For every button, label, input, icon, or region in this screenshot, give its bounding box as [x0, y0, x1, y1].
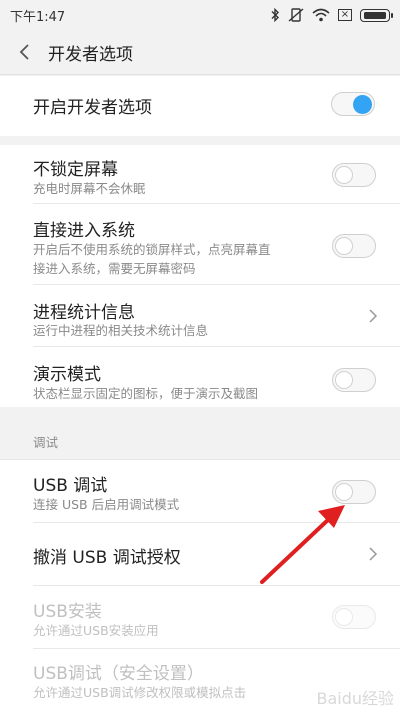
- section-label-debug: 调试: [33, 435, 59, 450]
- item-title: 撤消 USB 调试授权: [33, 548, 181, 568]
- bluetooth-icon: [271, 8, 279, 22]
- chevron-left-icon: [19, 44, 29, 60]
- list-item-direct-boot[interactable]: 直接进入系统 开启后不使用系统的锁屏样式，点亮屏幕直 接进入系统，需要无屏幕密码: [0, 204, 400, 284]
- battery-fill: [364, 11, 386, 19]
- toggle-knob: [335, 608, 353, 626]
- settings-group: 不锁定屏幕 充电时屏幕不会休眠 直接进入系统 开启后不使用系统的锁屏样式，点亮屏…: [0, 145, 400, 407]
- status-icons: ×: [270, 8, 393, 22]
- dev-options-label: 开启开发者选项: [33, 98, 152, 118]
- toggle-knob: [335, 371, 353, 389]
- item-title: USB 调试: [33, 476, 108, 496]
- list-item-usb-install[interactable]: USB安装 允许通过USB安装应用: [0, 586, 400, 648]
- toggle-knob: [335, 237, 353, 255]
- list-item-demo-mode[interactable]: 演示模式 状态栏显示固定的图标，便于演示及截图: [0, 347, 400, 407]
- page-title: 开发者选项: [48, 44, 133, 65]
- list-item-process-stats[interactable]: 进程统计信息 运行中进程的相关技术统计信息: [0, 285, 400, 346]
- app-header: 开发者选项: [0, 30, 400, 74]
- dev-toggle-group: 开启开发者选项: [0, 76, 400, 136]
- wifi-icon: [312, 8, 330, 22]
- battery-icon: [360, 8, 393, 22]
- dev-options-toggle[interactable]: [331, 92, 375, 116]
- item-subtitle: 运行中进程的相关技术统计信息: [33, 323, 209, 338]
- item-subtitle-line1: 开启后不使用系统的锁屏样式，点亮屏幕直: [33, 242, 271, 257]
- item-subtitle: 允许通过USB安装应用: [33, 623, 159, 638]
- item-title: 不锁定屏幕: [33, 160, 118, 180]
- chevron-right-icon: [369, 547, 378, 561]
- item-subtitle: 允许通过USB调试修改权限或模拟点击: [33, 685, 247, 700]
- item-subtitle: 充电时屏幕不会休眠: [33, 181, 146, 196]
- demo-mode-toggle[interactable]: [332, 368, 376, 392]
- direct-boot-toggle[interactable]: [332, 234, 376, 258]
- chevron-right-icon: [369, 309, 378, 323]
- toggle-knob: [335, 166, 353, 184]
- watermark: Baidu经验: [316, 689, 394, 708]
- item-title: USB安装: [33, 602, 102, 622]
- list-item-revoke-usb[interactable]: 撤消 USB 调试授权: [0, 523, 400, 585]
- item-subtitle: 状态栏显示固定的图标，便于演示及截图: [33, 386, 259, 401]
- x-box-icon: ×: [338, 9, 352, 21]
- toggle-knob: [335, 483, 353, 501]
- item-title: 演示模式: [33, 365, 101, 385]
- item-title: 进程统计信息: [33, 303, 135, 323]
- list-item-usb-debugging[interactable]: USB 调试 连接 USB 后启用调试模式: [0, 460, 400, 522]
- back-button[interactable]: [0, 30, 48, 74]
- toggle-knob: [353, 95, 372, 114]
- item-subtitle-line2: 接进入系统，需要无屏幕密码: [33, 261, 196, 276]
- list-item-stay-awake[interactable]: 不锁定屏幕 充电时屏幕不会休眠: [0, 145, 400, 203]
- vibrate-off-icon: [288, 8, 304, 22]
- item-subtitle: 连接 USB 后启用调试模式: [33, 497, 180, 512]
- debug-group: USB 调试 连接 USB 后启用调试模式 撤消 USB 调试授权 USB安装 …: [0, 459, 400, 711]
- dev-options-row[interactable]: 开启开发者选项: [0, 76, 400, 136]
- header-divider: [0, 74, 400, 75]
- usb-install-toggle[interactable]: [332, 605, 376, 629]
- stay-awake-toggle[interactable]: [332, 163, 376, 187]
- usb-debugging-toggle[interactable]: [332, 480, 376, 504]
- status-bar: 下午1:47 ×: [0, 0, 400, 30]
- item-title: USB调试（安全设置）: [33, 664, 204, 684]
- item-title: 直接进入系统: [33, 221, 135, 241]
- status-time: 下午1:47: [10, 9, 66, 25]
